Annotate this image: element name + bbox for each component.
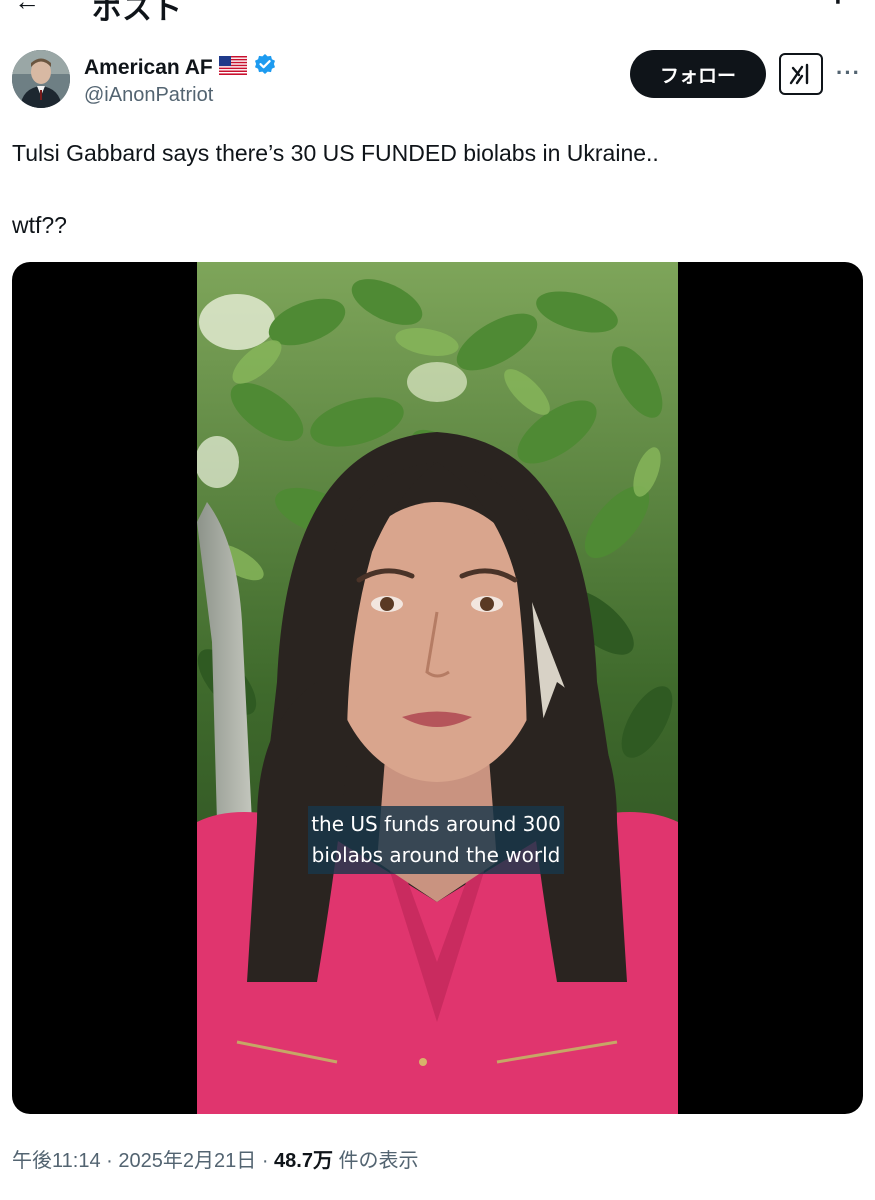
views-label: 件の表示 [338, 1150, 419, 1172]
meta-separator: · [261, 1150, 269, 1172]
video-still-image [197, 262, 678, 1114]
tweet-meta: 午後11:14 · 2025年2月21日 · 48.7万 件の表示 [12, 1144, 419, 1173]
author-display-name[interactable]: American AF [84, 56, 213, 80]
page-title: ポスト [92, 0, 182, 26]
avatar[interactable] [12, 50, 70, 108]
us-flag-icon [218, 55, 247, 80]
tweet-line: Tulsi Gabbard says there’s 30 US FUNDED … [12, 140, 659, 166]
grok-icon [789, 63, 809, 85]
follow-button[interactable]: フォロー [630, 50, 766, 98]
more-options-icon[interactable]: ··· [836, 60, 861, 86]
views-count: 48.7万 [274, 1150, 333, 1172]
meta-separator: · [106, 1150, 113, 1172]
grok-button[interactable] [779, 53, 823, 95]
author-handle[interactable]: @iAnonPatriot [84, 84, 213, 107]
back-arrow-icon[interactable]: ← [14, 0, 40, 17]
header-more-icon[interactable]: ⋮ [828, 0, 848, 9]
tweet-line: wtf?? [12, 212, 67, 238]
top-header: ← ポスト ⋮ [0, 0, 875, 26]
verified-badge-icon [253, 53, 277, 82]
video-player[interactable]: the US funds around 300 biolabs around t… [12, 262, 863, 1114]
tweet-time[interactable]: 午後11:14 [12, 1150, 101, 1172]
caption-line: the US funds around 300 [311, 812, 561, 836]
tweet-text: Tulsi Gabbard says there’s 30 US FUNDED … [12, 137, 852, 241]
author-name-row: American AF [84, 53, 277, 82]
caption-line: biolabs around the world [311, 843, 561, 867]
tweet-date[interactable]: 2025年2月21日 [118, 1150, 256, 1172]
video-frame: the US funds around 300 biolabs around t… [197, 262, 678, 1114]
video-caption: the US funds around 300 biolabs around t… [308, 806, 564, 874]
